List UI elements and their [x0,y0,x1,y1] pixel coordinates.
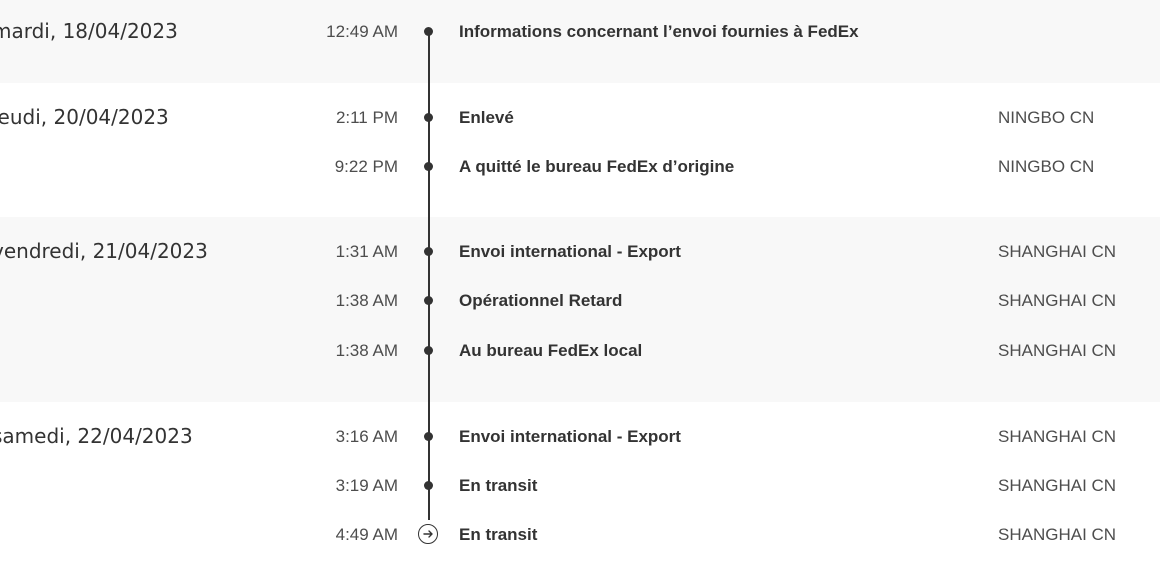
day-group: jeudi, 20/04/2023 2:11 PM Enlevé NINGBO … [0,83,1160,217]
dot-icon [424,27,433,36]
event-description: Opérationnel Retard [459,291,623,310]
event-row: 1:31 AM Envoi international - Export SHA… [0,236,1160,266]
event-time: 1:31 AM [335,242,398,261]
event-description: En transit [459,476,538,495]
event-row: 12:49 AM Informations concernant l’envoi… [0,16,1160,46]
dot-icon [424,247,433,256]
event-description: En transit [459,525,538,544]
day-group: vendredi, 21/04/2023 1:31 AM Envoi inter… [0,217,1160,402]
event-time: 4:49 AM [335,525,398,544]
event-location: SHANGHAI CN [998,291,1117,310]
event-time: 9:22 PM [334,157,398,176]
event-location: SHANGHAI CN [998,341,1117,360]
event-location: NINGBO CN [998,157,1095,176]
event-location: SHANGHAI CN [998,242,1117,261]
timeline-line [428,32,430,520]
event-time: 1:38 AM [335,291,398,310]
event-row: 9:22 PM A quitté le bureau FedEx d’origi… [0,151,1160,181]
dot-icon [424,432,433,441]
event-row: 3:16 AM Envoi international - Export SHA… [0,421,1160,451]
event-row: 1:38 AM Au bureau FedEx local SHANGHAI C… [0,335,1160,365]
event-description: Envoi international - Export [459,242,681,261]
day-group: mardi, 18/04/2023 12:49 AM Informations … [0,0,1160,83]
event-description: Au bureau FedEx local [459,341,643,360]
dot-icon [424,346,433,355]
event-location: NINGBO CN [998,108,1095,127]
event-row: 3:19 AM En transit SHANGHAI CN [0,470,1160,500]
shipment-travel-history: mardi, 18/04/2023 12:49 AM Informations … [0,0,1160,569]
event-description: Informations concernant l’envoi fournies… [459,22,859,41]
event-time: 2:11 PM [335,108,398,127]
event-row: 4:49 AM En transit SHANGHAI CN [0,519,1160,549]
dot-icon [424,113,433,122]
event-time: 12:49 AM [326,22,398,41]
day-group: samedi, 22/04/2023 3:16 AM Envoi interna… [0,402,1160,569]
event-description: Envoi international - Export [459,427,681,446]
event-description: Enlevé [459,108,514,127]
event-time: 1:38 AM [335,341,398,360]
dot-icon [424,481,433,490]
dot-icon [424,162,433,171]
arrow-right-circle-icon [418,524,438,544]
event-description: A quitté le bureau FedEx d’origine [459,157,735,176]
event-row: 1:38 AM Opérationnel Retard SHANGHAI CN [0,285,1160,315]
event-time: 3:16 AM [335,427,398,446]
event-row: 2:11 PM Enlevé NINGBO CN [0,102,1160,132]
event-time: 3:19 AM [335,476,398,495]
event-location: SHANGHAI CN [998,427,1117,446]
event-location: SHANGHAI CN [998,476,1117,495]
dot-icon [424,296,433,305]
event-location: SHANGHAI CN [998,525,1117,544]
